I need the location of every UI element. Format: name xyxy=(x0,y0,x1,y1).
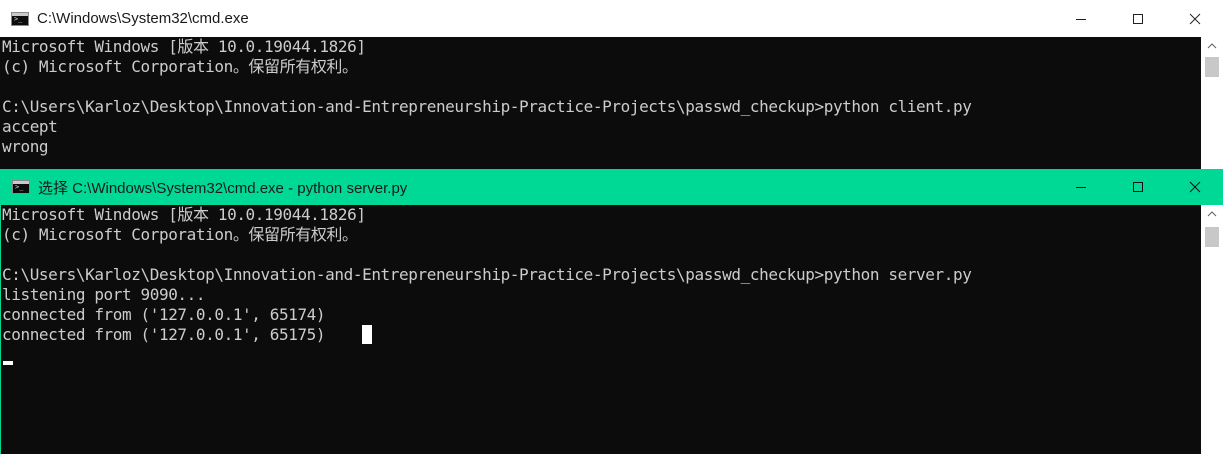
maximize-button[interactable] xyxy=(1109,169,1166,205)
text-cursor xyxy=(3,361,13,365)
console-line: wrong xyxy=(2,137,49,156)
window-title: 选择 C:\Windows\System32\cmd.exe - python … xyxy=(38,179,408,197)
title-bar[interactable]: 选择 C:\Windows\System32\cmd.exe - python … xyxy=(1,169,1223,205)
close-icon xyxy=(1189,13,1200,24)
minimize-icon xyxy=(1075,187,1086,188)
console-line: listening port 9090... xyxy=(2,285,206,304)
title-bar[interactable]: C:\Windows\System32\cmd.exe xyxy=(0,0,1223,37)
console-line: C:\Users\Karloz\Desktop\Innovation-and-E… xyxy=(2,265,972,284)
minimize-button[interactable] xyxy=(1052,0,1109,37)
minimize-button[interactable] xyxy=(1052,169,1109,205)
close-button[interactable] xyxy=(1166,0,1223,37)
cmd-app-icon[interactable] xyxy=(11,11,29,26)
console-output[interactable]: Microsoft Windows [版本 10.0.19044.1826] (… xyxy=(1,205,1201,454)
chevron-up-icon xyxy=(1207,43,1217,49)
selection-block-cursor xyxy=(362,325,373,344)
vertical-scrollbar[interactable] xyxy=(1201,37,1223,169)
cmd-window-server[interactable]: 选择 C:\Windows\System32\cmd.exe - python … xyxy=(0,169,1223,454)
cmd-app-icon[interactable] xyxy=(12,180,30,194)
scrollbar-thumb[interactable] xyxy=(1205,57,1219,77)
console-line: C:\Users\Karloz\Desktop\Innovation-and-E… xyxy=(2,97,972,116)
scrollbar-thumb[interactable] xyxy=(1205,227,1219,247)
window-title: C:\Windows\System32\cmd.exe xyxy=(37,10,249,27)
console-line-with-cursor: connected from ('127.0.0.1', 65175) xyxy=(2,325,1201,345)
console-line: Microsoft Windows [版本 10.0.19044.1826] xyxy=(2,37,366,56)
vertical-scrollbar[interactable] xyxy=(1201,205,1223,454)
maximize-icon xyxy=(1132,182,1143,192)
close-icon xyxy=(1189,181,1200,193)
maximize-button[interactable] xyxy=(1109,0,1166,37)
scroll-up-button[interactable] xyxy=(1201,205,1223,223)
console-line: connected from ('127.0.0.1', 65174) xyxy=(2,305,326,324)
chevron-up-icon xyxy=(1207,211,1217,217)
maximize-icon xyxy=(1132,13,1143,24)
scroll-up-button[interactable] xyxy=(1201,37,1223,55)
cmd-window-client[interactable]: C:\Windows\System32\cmd.exe Microsoft Wi… xyxy=(0,0,1223,169)
console-line-text: connected from ('127.0.0.1', 65175) xyxy=(2,325,363,344)
console-line: (c) Microsoft Corporation。保留所有权利。 xyxy=(2,57,358,76)
console-line: Microsoft Windows [版本 10.0.19044.1826] xyxy=(2,205,366,224)
minimize-icon xyxy=(1075,18,1086,20)
close-button[interactable] xyxy=(1166,169,1223,205)
console-line: accept xyxy=(2,117,58,136)
console-line: (c) Microsoft Corporation。保留所有权利。 xyxy=(2,225,358,244)
console-output[interactable]: Microsoft Windows [版本 10.0.19044.1826] (… xyxy=(0,37,1201,169)
